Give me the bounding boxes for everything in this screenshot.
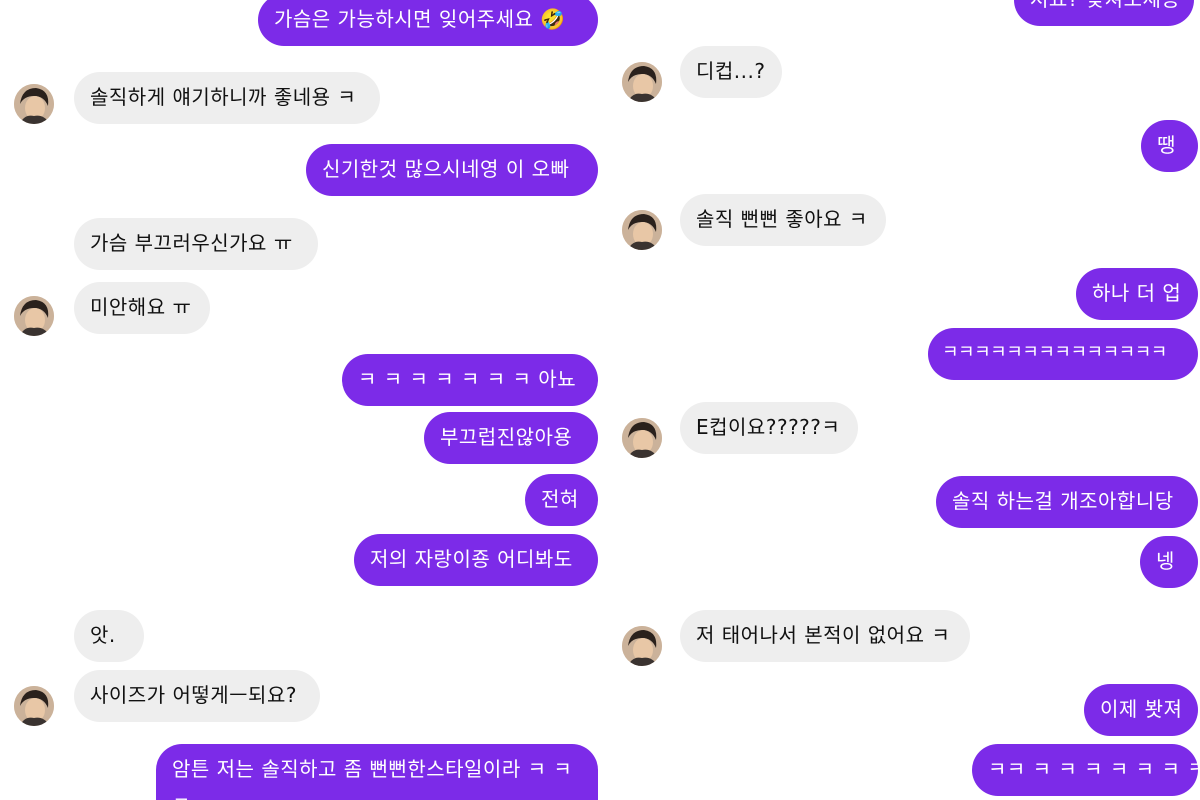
message-text: 솔직 하는걸 개조아합니당: [952, 489, 1174, 513]
message-bubble-sent: 전혀: [525, 474, 598, 526]
message-text: 미안해요 ㅠ: [90, 295, 192, 319]
person-avatar-icon: [622, 626, 662, 666]
chat-column-left: 가슴은 가능하시면 잊어주세요 🤣 솔직하게 얘기하니까 좋네용 ㅋ 신기한것 …: [0, 0, 600, 800]
message-bubble-sent: 저의 자랑이죵 어디봐도: [354, 534, 598, 586]
person-avatar-icon: [14, 296, 54, 336]
message-bubble-received: 사이즈가 어떻게ㅡ되요?: [74, 670, 320, 722]
avatar[interactable]: [14, 296, 54, 336]
message-text: E컵이요?????ㅋ: [696, 415, 841, 439]
message-bubble-sent: 넹: [1140, 536, 1198, 588]
message-bubble-received: 미안해요 ㅠ: [74, 282, 210, 334]
message-text: ㅋ: [172, 794, 582, 800]
message-text: 전혀: [541, 487, 579, 511]
message-text: 넹: [1156, 549, 1175, 573]
message-text: 이제 봣져: [1100, 697, 1183, 721]
message-text: 솔직 뻔뻔 좋아요 ㅋ: [696, 207, 868, 231]
message-bubble-received: 가슴 부끄러우신가요 ㅠ: [74, 218, 318, 270]
message-bubble-sent: 가슴은 가능하시면 잊어주세요 🤣: [258, 0, 598, 46]
message-bubble-sent: 땡: [1141, 120, 1198, 172]
message-text: ㅋㅋㅋㅋㅋㅋㅋㅋㅋㅋㅋㅋㅋㅋ: [942, 342, 1167, 363]
message-text: 저 태어나서 본적이 없어요 ㅋ: [696, 623, 951, 647]
message-text: 가슴 부끄러우신가요 ㅠ: [90, 231, 293, 255]
message-bubble-sent: 신기한것 많으시네영 이 오빠: [306, 144, 598, 196]
message-text: 부끄럽진않아용: [440, 425, 573, 449]
avatar[interactable]: [622, 62, 662, 102]
message-text: 저요? 맞쳐보세용: [1030, 0, 1180, 11]
message-text: ㅋ ㅋ ㅋ ㅋ ㅋ ㅋ ㅋ 아뇨: [358, 367, 577, 391]
message-bubble-sent: 부끄럽진않아용: [424, 412, 598, 464]
avatar[interactable]: [14, 84, 54, 124]
message-bubble-sent: ㅋ ㅋ ㅋ ㅋ ㅋ ㅋ ㅋ 아뇨: [342, 354, 598, 406]
message-bubble-sent: 저요? 맞쳐보세용: [1014, 0, 1194, 26]
message-text: 가슴은 가능하시면 잊어주세요: [274, 7, 534, 31]
message-bubble-received: 저 태어나서 본적이 없어요 ㅋ: [680, 610, 970, 662]
message-bubble-sent: ㅋㅋㅋㅋㅋㅋㅋㅋㅋㅋㅋㅋㅋㅋ: [928, 328, 1198, 380]
message-bubble-sent: ㅋㅋ ㅋ ㅋ ㅋ ㅋ ㅋ ㅋ ㅋ: [972, 744, 1200, 796]
message-text: ㅋㅋ ㅋ ㅋ ㅋ ㅋ ㅋ ㅋ ㅋ: [988, 757, 1200, 781]
avatar[interactable]: [622, 418, 662, 458]
message-text: 땡: [1157, 133, 1176, 157]
message-bubble-sent: 이제 봣져: [1084, 684, 1198, 736]
chat-column-right: 저요? 맞쳐보세용 디컵...? 땡 솔직 뻔뻔 좋아요: [600, 0, 1200, 800]
person-avatar-icon: [14, 84, 54, 124]
message-bubble-received: 솔직 뻔뻔 좋아요 ㅋ: [680, 194, 886, 246]
message-text: 암튼 저는 솔직하고 좀 뻔뻔한스타일이라 ㅋ ㅋ: [172, 757, 573, 781]
laughing-emoji-icon: 🤣: [540, 7, 566, 31]
message-bubble-sent: 하나 더 업: [1076, 268, 1198, 320]
person-avatar-icon: [622, 418, 662, 458]
message-text: 디컵...?: [696, 59, 766, 83]
message-text: 솔직하게 얘기하니까 좋네용 ㅋ: [90, 85, 357, 109]
person-avatar-icon: [622, 210, 662, 250]
message-bubble-sent: 솔직 하는걸 개조아합니당: [936, 476, 1198, 528]
message-bubble-received: E컵이요?????ㅋ: [680, 402, 858, 454]
chat-screenshot-collage: 가슴은 가능하시면 잊어주세요 🤣 솔직하게 얘기하니까 좋네용 ㅋ 신기한것 …: [0, 0, 1200, 800]
message-bubble-received: 솔직하게 얘기하니까 좋네용 ㅋ: [74, 72, 380, 124]
message-text: 앗.: [90, 623, 116, 647]
message-bubble-received: 앗.: [74, 610, 144, 662]
message-text: 저의 자랑이죵 어디봐도: [370, 547, 573, 571]
message-bubble-received: 디컵...?: [680, 46, 782, 98]
avatar[interactable]: [14, 686, 54, 726]
avatar[interactable]: [622, 626, 662, 666]
person-avatar-icon: [622, 62, 662, 102]
message-text: 사이즈가 어떻게ㅡ되요?: [90, 683, 297, 707]
avatar[interactable]: [622, 210, 662, 250]
person-avatar-icon: [14, 686, 54, 726]
message-bubble-sent: 암튼 저는 솔직하고 좀 뻔뻔한스타일이라 ㅋ ㅋ ㅋ: [156, 744, 598, 800]
message-text: 신기한것 많으시네영 이 오빠: [322, 157, 570, 181]
message-text: 하나 더 업: [1092, 281, 1182, 305]
